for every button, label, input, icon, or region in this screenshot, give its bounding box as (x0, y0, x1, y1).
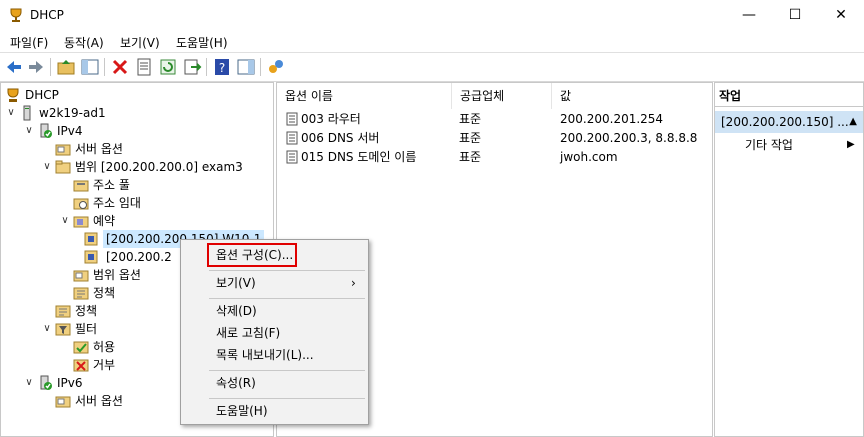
actions-selected-item[interactable]: [200.200.200.150] ... ▲ (715, 111, 863, 133)
minimize-button[interactable]: — (726, 0, 772, 30)
options-folder-icon (55, 396, 71, 408)
collapse-chevron-icon[interactable]: ∨ (23, 374, 35, 392)
column-header-vendor[interactable]: 공급업체 (452, 83, 552, 109)
address-leases-icon (73, 198, 89, 210)
menu-item-configure-options[interactable]: 옵션 구성(C)... (216, 244, 293, 266)
action-pane-icon[interactable] (236, 57, 256, 77)
help-icon[interactable]: ? (212, 57, 232, 77)
maximize-button[interactable]: ☐ (772, 0, 818, 30)
export-list-icon[interactable] (182, 57, 202, 77)
svg-text:?: ? (219, 61, 225, 75)
collapse-up-icon[interactable]: ▲ (849, 111, 857, 133)
menu-item-help[interactable]: 도움말(H) (216, 400, 268, 422)
options-folder-icon (55, 144, 71, 156)
menu-view[interactable]: 보기(V) (120, 34, 160, 51)
options-folder-icon (73, 270, 89, 282)
policies-icon (73, 287, 89, 300)
menu-item-delete[interactable]: 삭제(D) (216, 300, 257, 322)
collapse-chevron-icon[interactable]: ∨ (5, 104, 17, 122)
delete-icon[interactable] (110, 57, 130, 77)
menu-item-properties[interactable]: 속성(R) (216, 372, 256, 394)
close-button[interactable]: ✕ (818, 0, 864, 30)
menu-action[interactable]: 동작(A) (64, 34, 104, 51)
toolbar: ? (0, 53, 864, 82)
list-item[interactable]: 006 DNS 서버 표준 200.200.200.3, 8.8.8.8 (277, 128, 712, 148)
actions-pane: 작업 [200.200.200.150] ... ▲ 기타 작업 ▶ (714, 82, 864, 437)
dhcp-tools-icon[interactable] (266, 57, 286, 77)
scope-folder-icon (55, 160, 71, 174)
allow-check-icon (73, 341, 89, 354)
actions-more-actions[interactable]: 기타 작업 (745, 135, 793, 155)
title-bar: DHCP — ☐ ✕ (0, 0, 864, 30)
column-header-value[interactable]: 값 (552, 83, 712, 109)
reservation-icon (84, 250, 98, 264)
list-item[interactable]: 015 DNS 도메인 이름 표준 jwoh.com (277, 147, 712, 167)
option-doc-icon (286, 131, 298, 145)
menu-item-export-list[interactable]: 목록 내보내기(L)... (216, 344, 314, 366)
column-header-option-name[interactable]: 옵션 이름 (277, 83, 452, 109)
collapse-chevron-icon[interactable]: ∨ (59, 212, 71, 230)
menu-item-refresh[interactable]: 새로 고침(F) (216, 322, 280, 344)
ipv4-icon (40, 123, 52, 138)
address-pool-icon (73, 180, 89, 192)
ipv6-icon (40, 375, 52, 390)
properties-icon[interactable] (134, 57, 154, 77)
up-folder-icon[interactable] (56, 57, 76, 77)
forward-arrow-icon[interactable] (26, 57, 46, 77)
option-doc-icon (286, 150, 298, 164)
dhcp-root-icon (7, 88, 19, 102)
context-menu: 옵션 구성(C)... 보기(V) › 삭제(D) 새로 고침(F) 목록 내보… (180, 239, 369, 425)
actions-header: 작업 (715, 85, 863, 107)
reservation-icon (84, 232, 98, 246)
filter-icon (55, 323, 71, 336)
reservations-folder-icon (73, 216, 89, 228)
policies-icon (55, 305, 71, 318)
submenu-arrow-icon[interactable]: ▶ (847, 135, 855, 155)
menu-file[interactable]: 파일(F) (10, 34, 48, 51)
show-hide-tree-icon[interactable] (80, 57, 100, 77)
deny-x-icon (73, 359, 89, 372)
option-doc-icon (286, 112, 298, 126)
dhcp-app-icon (10, 8, 22, 22)
refresh-icon[interactable] (158, 57, 178, 77)
collapse-chevron-icon[interactable]: ∨ (41, 158, 53, 176)
menu-help[interactable]: 도움말(H) (176, 34, 228, 51)
server-icon (23, 105, 31, 121)
collapse-chevron-icon[interactable]: ∨ (41, 320, 53, 338)
actions-selected-label: [200.200.200.150] ... (721, 115, 849, 129)
collapse-chevron-icon[interactable]: ∨ (23, 122, 35, 140)
submenu-chevron-icon: › (351, 276, 356, 290)
window-title: DHCP (30, 8, 64, 22)
menu-bar: 파일(F) 동작(A) 보기(V) 도움말(H) (0, 30, 864, 53)
menu-item-view[interactable]: 보기(V) (216, 272, 256, 294)
back-arrow-icon[interactable] (4, 57, 24, 77)
list-item[interactable]: 003 라우터 표준 200.200.201.254 (277, 109, 712, 129)
